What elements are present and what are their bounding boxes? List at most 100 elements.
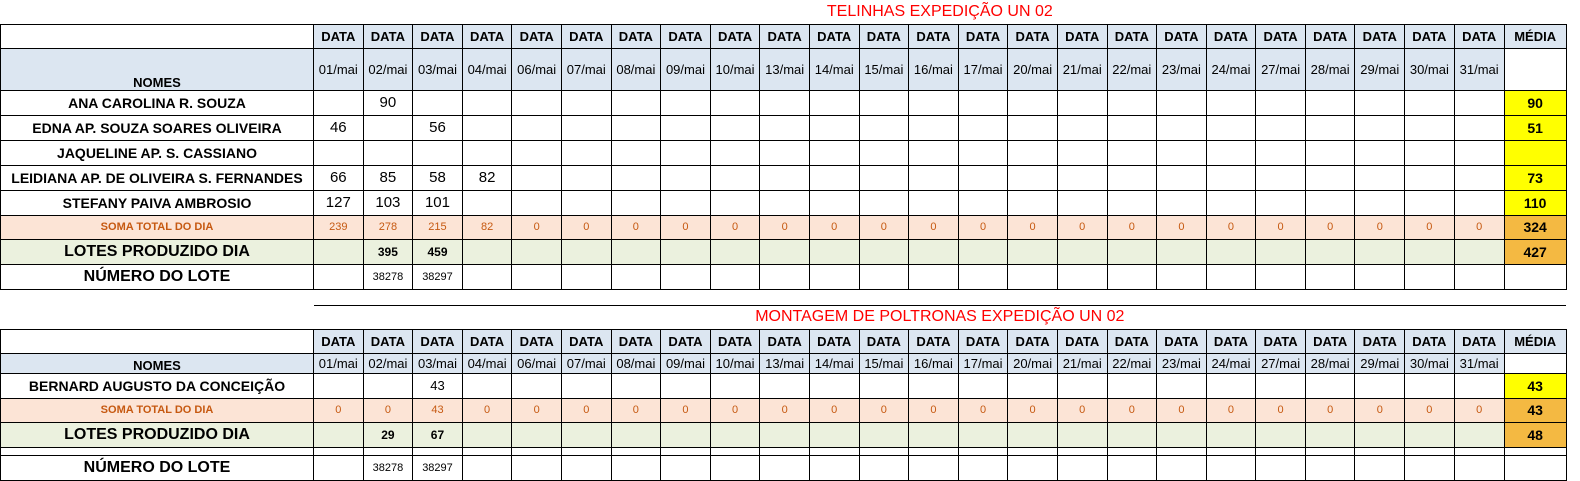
lotes-cell[interactable] xyxy=(858,238,910,265)
date-header-cell[interactable]: DATA xyxy=(1304,23,1356,49)
numero-cell[interactable] xyxy=(957,263,1009,290)
value-cell[interactable] xyxy=(313,372,364,399)
lotes-cell[interactable] xyxy=(560,238,612,265)
value-cell[interactable] xyxy=(1156,89,1207,116)
value-cell[interactable] xyxy=(1404,139,1455,166)
soma-cell[interactable]: 0 xyxy=(957,397,1009,423)
value-cell[interactable] xyxy=(1304,189,1356,216)
value-cell[interactable] xyxy=(858,114,910,141)
value-cell[interactable] xyxy=(908,139,959,166)
soma-cell[interactable]: 0 xyxy=(709,214,761,240)
numero-cell[interactable] xyxy=(759,454,810,481)
value-cell[interactable]: 82 xyxy=(461,164,513,191)
lotes-cell[interactable] xyxy=(1453,238,1505,265)
numero-cell[interactable] xyxy=(1007,454,1058,481)
date-cell[interactable]: 23/mai xyxy=(1156,352,1207,374)
numero-cell[interactable] xyxy=(1056,263,1108,290)
value-cell[interactable] xyxy=(1304,89,1356,116)
value-cell[interactable] xyxy=(1205,164,1257,191)
value-cell[interactable]: 101 xyxy=(412,189,463,216)
value-cell[interactable] xyxy=(1156,189,1207,216)
date-cell[interactable]: 17/mai xyxy=(957,47,1009,91)
date-header-cell[interactable]: DATA xyxy=(1205,328,1257,354)
value-cell[interactable]: 58 xyxy=(412,164,463,191)
numero-cell[interactable] xyxy=(1255,263,1306,290)
value-cell[interactable] xyxy=(1056,164,1108,191)
value-cell[interactable] xyxy=(1156,164,1207,191)
soma-cell[interactable]: 0 xyxy=(511,214,562,240)
value-cell[interactable] xyxy=(759,189,810,216)
soma-cell[interactable]: 0 xyxy=(759,214,810,240)
value-cell[interactable] xyxy=(957,189,1009,216)
numero-cell[interactable] xyxy=(1354,454,1406,481)
date-cell[interactable]: 31/mai xyxy=(1453,352,1505,374)
date-cell[interactable]: 14/mai xyxy=(808,47,860,91)
value-cell[interactable] xyxy=(1007,372,1058,399)
numero-cell[interactable] xyxy=(1453,454,1505,481)
date-header-cell[interactable]: DATA xyxy=(1106,23,1158,49)
lotes-cell[interactable] xyxy=(957,421,1009,448)
date-header-cell[interactable]: DATA xyxy=(1106,328,1158,354)
value-cell[interactable] xyxy=(610,189,662,216)
soma-cell[interactable]: 0 xyxy=(511,397,562,423)
value-cell[interactable] xyxy=(1453,164,1505,191)
numero-cell[interactable] xyxy=(858,263,910,290)
numero-cell[interactable] xyxy=(461,454,513,481)
lotes-cell[interactable] xyxy=(1056,238,1108,265)
value-cell[interactable] xyxy=(1205,114,1257,141)
value-cell[interactable] xyxy=(1156,139,1207,166)
lotes-cell[interactable] xyxy=(660,421,711,448)
date-header-cell[interactable]: DATA xyxy=(1255,23,1306,49)
value-cell[interactable] xyxy=(957,139,1009,166)
date-cell[interactable]: 16/mai xyxy=(908,47,959,91)
value-cell[interactable]: 43 xyxy=(412,372,463,399)
numero-cell[interactable]: 38297 xyxy=(412,454,463,481)
soma-cell[interactable]: 0 xyxy=(1156,397,1207,423)
media-cell[interactable]: 43 xyxy=(1503,372,1567,399)
numero-cell[interactable] xyxy=(808,454,860,481)
date-header-cell[interactable]: DATA xyxy=(709,328,761,354)
soma-cell[interactable]: 0 xyxy=(660,397,711,423)
numero-cell[interactable] xyxy=(1156,454,1207,481)
soma-cell[interactable]: 0 xyxy=(908,214,959,240)
value-cell[interactable]: 46 xyxy=(313,114,364,141)
date-header-cell[interactable]: DATA xyxy=(759,328,810,354)
value-cell[interactable] xyxy=(1404,189,1455,216)
soma-cell[interactable]: 0 xyxy=(1205,214,1257,240)
numero-cell[interactable] xyxy=(560,454,612,481)
value-cell[interactable] xyxy=(808,114,860,141)
numero-cell[interactable] xyxy=(808,263,860,290)
value-cell[interactable] xyxy=(1056,89,1108,116)
value-cell[interactable] xyxy=(858,89,910,116)
date-cell[interactable]: 22/mai xyxy=(1106,47,1158,91)
soma-cell[interactable]: 0 xyxy=(1106,397,1158,423)
value-cell[interactable] xyxy=(511,372,562,399)
soma-cell[interactable]: 0 xyxy=(1354,397,1406,423)
value-cell[interactable] xyxy=(709,164,761,191)
date-cell[interactable]: 16/mai xyxy=(908,352,959,374)
numero-cell[interactable] xyxy=(610,263,662,290)
soma-cell[interactable]: 0 xyxy=(610,214,662,240)
date-cell[interactable]: 27/mai xyxy=(1255,352,1306,374)
value-cell[interactable] xyxy=(709,139,761,166)
numero-cell[interactable] xyxy=(313,454,364,481)
date-header-cell[interactable]: DATA xyxy=(610,23,662,49)
value-cell[interactable] xyxy=(461,139,513,166)
numero-cell[interactable]: 38278 xyxy=(362,454,414,481)
date-cell[interactable]: 04/mai xyxy=(461,352,513,374)
soma-cell[interactable]: 0 xyxy=(461,397,513,423)
value-cell[interactable] xyxy=(957,372,1009,399)
value-cell[interactable] xyxy=(461,89,513,116)
lotes-cell[interactable] xyxy=(1304,421,1356,448)
date-header-cell[interactable]: DATA xyxy=(1056,23,1108,49)
value-cell[interactable] xyxy=(1255,164,1306,191)
date-header-cell[interactable]: DATA xyxy=(957,328,1009,354)
date-cell[interactable]: 28/mai xyxy=(1304,47,1356,91)
date-header-cell[interactable]: DATA xyxy=(759,23,810,49)
numero-cell[interactable] xyxy=(1255,454,1306,481)
date-header-cell[interactable]: DATA xyxy=(1156,23,1207,49)
value-cell[interactable] xyxy=(560,89,612,116)
soma-cell[interactable]: 0 xyxy=(759,397,810,423)
value-cell[interactable] xyxy=(908,164,959,191)
date-header-cell[interactable]: DATA xyxy=(660,23,711,49)
